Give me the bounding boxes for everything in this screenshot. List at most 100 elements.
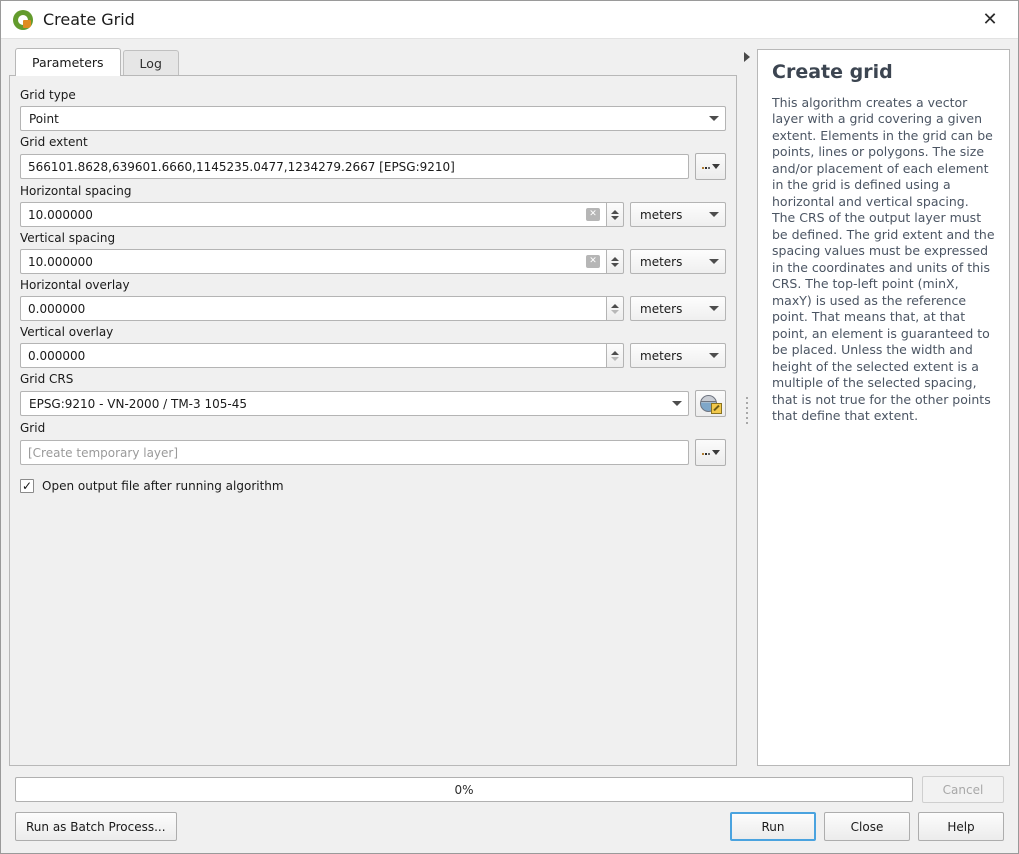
spin-up-icon [611,303,619,308]
collapse-right-arrow-icon[interactable] [744,52,750,62]
tab-parameters[interactable]: Parameters [15,48,121,76]
panel-splitter[interactable] [737,47,757,766]
vertical-overlay-input[interactable]: 0.000000 [20,343,607,368]
grid-output-browse-button[interactable] [695,439,726,466]
vertical-overlay-unit-value: meters [640,348,683,363]
vertical-spacing-spinbox: 10.000000 ✕ [20,249,624,274]
grid-crs-row: EPSG:9210 - VN-2000 / TM-3 105-45 [20,390,726,417]
clear-icon[interactable]: ✕ [586,255,600,268]
close-icon[interactable]: ✕ [968,2,1012,38]
vertical-spacing-value: 10.000000 [28,254,93,269]
grid-extent-value: 566101.8628,639601.6660,1145235.0477,123… [28,159,455,174]
run-button[interactable]: Run [730,812,816,841]
vertical-spacing-unit-value: meters [640,254,683,269]
run-as-batch-button[interactable]: Run as Batch Process... [15,812,177,841]
help-column: Create grid This algorithm creates a vec… [757,47,1010,766]
chevron-down-icon [672,401,682,406]
horizontal-spacing-unit-combo[interactable]: meters [630,202,726,227]
horizontal-spacing-value: 10.000000 [28,207,93,222]
cancel-button-label: Cancel [942,782,984,797]
spin-down-icon [611,215,619,220]
vertical-overlay-spinbox: 0.000000 [20,343,624,368]
horizontal-spacing-row: 10.000000 ✕ meters [20,202,726,227]
vertical-overlay-stepper[interactable] [607,343,624,368]
chevron-down-icon [709,306,719,311]
tab-log-label: Log [139,55,162,71]
grid-extent-label: Grid extent [20,135,88,149]
help-button-label: Help [947,819,975,834]
tab-bar: Parameters Log [15,47,737,76]
help-button[interactable]: Help [918,812,1004,841]
grid-extent-row: 566101.8628,639601.6660,1145235.0477,123… [20,153,726,180]
footer-right-buttons: Run Close Help [730,812,1004,841]
grid-type-combo[interactable]: Point [20,106,726,131]
chevron-down-icon [709,212,719,217]
spin-up-icon [611,209,619,214]
horizontal-spacing-stepper[interactable] [607,202,624,227]
tab-log[interactable]: Log [122,50,179,75]
horizontal-spacing-input[interactable]: 10.000000 ✕ [20,202,607,227]
horizontal-spacing-spinbox: 10.000000 ✕ [20,202,624,227]
ellipsis-dropdown-icon [701,164,720,169]
vertical-overlay-unit-combo[interactable]: meters [630,343,726,368]
vertical-overlay-value: 0.000000 [28,348,86,363]
horizontal-overlay-input[interactable]: 0.000000 [20,296,607,321]
horizontal-spacing-unit-value: meters [640,207,683,222]
vertical-spacing-unit-combo[interactable]: meters [630,249,726,274]
progress-text: 0% [454,782,474,797]
spin-up-icon [611,256,619,261]
vertical-overlay-row: 0.000000 meters [20,343,726,368]
parameters-column: Parameters Log Grid type Point Grid exte… [9,47,737,766]
window-title: Create Grid [43,10,135,29]
open-output-row: ✓ Open output file after running algorit… [20,479,726,493]
vertical-spacing-label: Vertical spacing [20,231,116,245]
help-body: This algorithm creates a vector layer wi… [772,94,995,424]
ellipsis-dropdown-icon [701,450,720,455]
horizontal-overlay-stepper[interactable] [607,296,624,321]
spin-down-icon [611,262,619,267]
cancel-button[interactable]: Cancel [922,776,1004,803]
grid-type-row: Point [20,106,726,131]
horizontal-overlay-row: 0.000000 meters [20,296,726,321]
horizontal-overlay-value: 0.000000 [28,301,86,316]
vertical-spacing-stepper[interactable] [607,249,624,274]
progress-bar: 0% [15,777,913,802]
progress-row: 0% Cancel [15,776,1004,803]
help-panel: Create grid This algorithm creates a vec… [757,49,1010,766]
crs-globe-icon [699,394,722,414]
vertical-spacing-input[interactable]: 10.000000 ✕ [20,249,607,274]
horizontal-overlay-spinbox: 0.000000 [20,296,624,321]
checkmark-icon: ✓ [21,479,33,493]
parameters-panel: Grid type Point Grid extent 566101.8628,… [9,75,737,766]
close-button[interactable]: Close [824,812,910,841]
horizontal-overlay-label: Horizontal overlay [20,278,130,292]
title-bar: Create Grid ✕ [1,1,1018,39]
open-output-label: Open output file after running algorithm [42,479,284,493]
grid-output-input[interactable]: [Create temporary layer] [20,440,689,465]
vertical-spacing-row: 10.000000 ✕ meters [20,249,726,274]
dialog-body: Parameters Log Grid type Point Grid exte… [1,39,1018,766]
run-button-label: Run [761,819,785,834]
grid-crs-label: Grid CRS [20,372,74,386]
grid-extent-browse-button[interactable] [695,153,726,180]
horizontal-overlay-unit-value: meters [640,301,683,316]
vertical-overlay-label: Vertical overlay [20,325,114,339]
spin-down-icon [611,356,619,361]
clear-icon[interactable]: ✕ [586,208,600,221]
grid-type-value: Point [29,111,59,126]
splitter-grip[interactable] [746,397,748,424]
horizontal-spacing-label: Horizontal spacing [20,184,132,198]
footer-left-buttons: Run as Batch Process... [15,812,177,841]
open-output-checkbox[interactable]: ✓ [20,479,34,493]
grid-crs-value: EPSG:9210 - VN-2000 / TM-3 105-45 [29,396,247,411]
horizontal-overlay-unit-combo[interactable]: meters [630,296,726,321]
close-button-label: Close [850,819,884,834]
grid-output-row: [Create temporary layer] [20,439,726,466]
grid-crs-select-button[interactable] [695,390,726,417]
grid-output-label: Grid [20,421,46,435]
run-as-batch-label: Run as Batch Process... [26,819,166,834]
grid-extent-input[interactable]: 566101.8628,639601.6660,1145235.0477,123… [20,154,689,179]
grid-crs-combo[interactable]: EPSG:9210 - VN-2000 / TM-3 105-45 [20,391,689,416]
button-row: Run as Batch Process... Run Close Help [15,812,1004,841]
grid-output-placeholder: [Create temporary layer] [28,445,179,460]
